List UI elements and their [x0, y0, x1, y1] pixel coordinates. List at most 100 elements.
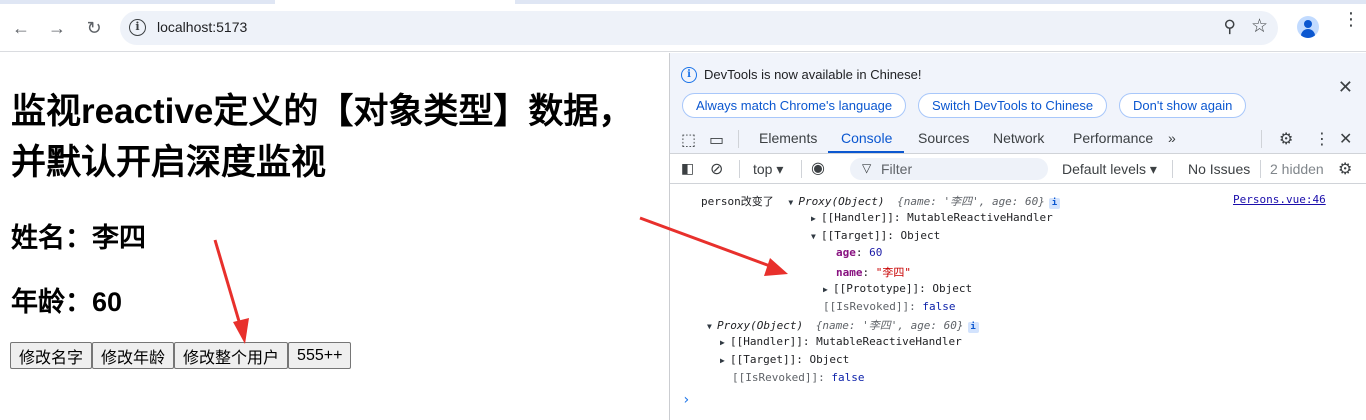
expand-triangle-icon[interactable]: ▼ [788, 198, 798, 207]
proxy-preview: {name: '李四', age: 60} [897, 195, 1045, 208]
tab-strip [0, 0, 1366, 4]
button-row: 修改名字 修改年龄 修改整个用户 555++ [10, 342, 352, 369]
change-age-button[interactable]: 修改年龄 [92, 342, 175, 369]
match-language-button[interactable]: Always match Chrome's language [682, 93, 907, 118]
device-toolbar-icon[interactable]: ▭ [709, 130, 724, 150]
handler-text: [[Handler]]: MutableReactiveHandler [821, 211, 1053, 224]
age-line: 年龄：60 [11, 287, 123, 317]
more-tabs-icon[interactable]: » [1168, 130, 1176, 146]
collapsed-triangle-icon[interactable]: ▶ [811, 214, 821, 223]
revoked-value: false [831, 371, 865, 384]
tree-row-handler[interactable]: ▶ [[Handler]]: MutableReactiveHandler [720, 335, 962, 348]
divider [801, 160, 802, 178]
sidebar-toggle-icon[interactable]: ◧ [681, 160, 694, 177]
console-settings-icon[interactable]: ⚙ [1338, 159, 1352, 179]
expand-triangle-icon[interactable]: ▼ [707, 322, 717, 331]
filter-input[interactable]: ▽ Filter [850, 158, 1048, 180]
language-infobar: i DevTools is now available in Chinese! … [670, 53, 1366, 124]
inspect-element-icon[interactable]: ⬚ [681, 130, 696, 150]
page-content: 监视reactive定义的【对象类型】数据，并默认开启深度监视 姓名：李四 年龄… [0, 53, 668, 420]
annotation-arrow-to-button [213, 239, 249, 344]
page-title: 监视reactive定义的【对象类型】数据，并默认开启深度监视 [11, 92, 634, 182]
filter-placeholder: Filter [881, 161, 913, 177]
tree-row-prototype[interactable]: ▶ [[Prototype]]: Object [823, 282, 972, 295]
proxy-label: Proxy(Object) [798, 195, 885, 208]
proxy-label: Proxy(Object) [717, 319, 804, 332]
source-link[interactable]: Persons.vue:46 [1233, 193, 1326, 206]
issues-counter[interactable]: No Issues [1188, 161, 1250, 177]
divider [739, 160, 740, 178]
back-icon[interactable]: ← [9, 16, 33, 40]
switch-language-button[interactable]: Switch DevTools to Chinese [918, 93, 1108, 118]
divider [1172, 160, 1173, 178]
infobar-message: DevTools is now available in Chinese! [704, 67, 922, 82]
zoom-icon[interactable]: ⚲ [1224, 17, 1236, 37]
bookmark-star-icon[interactable]: ☆ [1251, 15, 1268, 38]
tree-row-handler[interactable]: ▶ [[Handler]]: MutableReactiveHandler [811, 211, 1053, 224]
tab-sources[interactable]: Sources [918, 130, 969, 146]
console-prompt-icon[interactable]: › [682, 392, 690, 408]
divider [738, 130, 739, 148]
settings-gear-icon[interactable]: ⚙ [1279, 129, 1293, 149]
active-tab-indicator [275, 0, 515, 4]
dont-show-again-button[interactable]: Don't show again [1119, 93, 1247, 118]
profile-avatar-icon[interactable] [1297, 16, 1319, 38]
tree-row-name: name: "李四" [836, 266, 911, 279]
revoked-value: false [922, 300, 956, 313]
tab-performance[interactable]: Performance [1073, 130, 1153, 146]
clear-console-icon[interactable]: ⊘ [710, 159, 723, 179]
prototype-text: [[Prototype]]: Object [833, 282, 973, 295]
console-log-entry[interactable]: person改变了 ▼ Proxy(Object) {name: '李四', ag… [701, 193, 1060, 209]
log-message: person改变了 [701, 195, 774, 208]
collapsed-triangle-icon[interactable]: ▶ [720, 356, 730, 365]
log-levels-dropdown[interactable]: Default levels ▾ [1062, 161, 1157, 178]
tree-row-target[interactable]: ▼ [[Target]]: Object [811, 229, 940, 242]
handler-text: [[Handler]]: MutableReactiveHandler [730, 335, 962, 348]
tab-console[interactable]: Console [841, 130, 892, 146]
annotation-arrow-to-console [639, 216, 788, 276]
tab-network[interactable]: Network [993, 130, 1044, 146]
browser-menu-icon[interactable]: ⋮ [1342, 10, 1360, 28]
name-value: "李四" [875, 266, 911, 279]
increment-555-button[interactable]: 555++ [288, 342, 352, 369]
tree-row-revoked: [[IsRevoked]]: false [732, 371, 864, 384]
proxy-preview: {name: '李四', age: 60} [815, 319, 964, 332]
expand-triangle-icon[interactable]: ▼ [811, 232, 821, 241]
revoked-key: [[IsRevoked]]: [823, 300, 916, 313]
url-text[interactable]: localhost:5173 [157, 19, 247, 35]
tab-elements[interactable]: Elements [759, 130, 817, 146]
info-badge-icon[interactable]: i [1048, 198, 1060, 209]
age-key: age [836, 246, 856, 259]
live-expression-eye-icon[interactable]: ◉ [811, 158, 825, 178]
address-bar[interactable]: i localhost:5173 ⚲ ☆ [120, 11, 1278, 45]
console-log-entry[interactable]: ▼ Proxy(Object) {name: '李四', age: 60} i [707, 317, 979, 333]
age-value: 60 [869, 246, 883, 259]
close-devtools-icon[interactable]: ✕ [1339, 129, 1352, 149]
tree-row-age: age: 60 [836, 246, 883, 259]
active-tab-underline [828, 151, 904, 153]
name-line: 姓名：李四 [11, 223, 146, 253]
info-badge-icon[interactable]: i [967, 322, 979, 333]
info-icon: i [681, 67, 697, 83]
context-selector[interactable]: top ▾ [753, 161, 783, 178]
change-name-button[interactable]: 修改名字 [10, 342, 93, 369]
collapsed-triangle-icon[interactable]: ▶ [720, 338, 730, 347]
forward-icon[interactable]: → [45, 16, 69, 40]
console-toolbar: ◧ ⊘ top ▾ ◉ ▽ Filter Default levels ▾ No… [670, 154, 1366, 184]
tree-row-revoked: [[IsRevoked]]: false [823, 300, 955, 313]
browser-toolbar: ← → ↻ i localhost:5173 ⚲ ☆ ⋮ [0, 0, 1366, 52]
revoked-key: [[IsRevoked]]: [732, 371, 825, 384]
divider [1260, 160, 1261, 178]
infobar-close-icon[interactable]: ✕ [1338, 77, 1353, 98]
target-text: [[Target]]: Object [821, 229, 941, 242]
reload-icon[interactable]: ↻ [82, 16, 106, 40]
more-options-icon[interactable]: ⋮ [1314, 129, 1330, 149]
divider [1261, 130, 1262, 148]
target-text: [[Target]]: Object [730, 353, 850, 366]
site-info-icon[interactable]: i [129, 19, 146, 36]
filter-icon: ▽ [862, 161, 872, 175]
tree-row-target[interactable]: ▶ [[Target]]: Object [720, 353, 849, 366]
collapsed-triangle-icon[interactable]: ▶ [823, 285, 833, 294]
hidden-count: 2 hidden [1270, 161, 1324, 177]
name-key: name [836, 266, 863, 279]
